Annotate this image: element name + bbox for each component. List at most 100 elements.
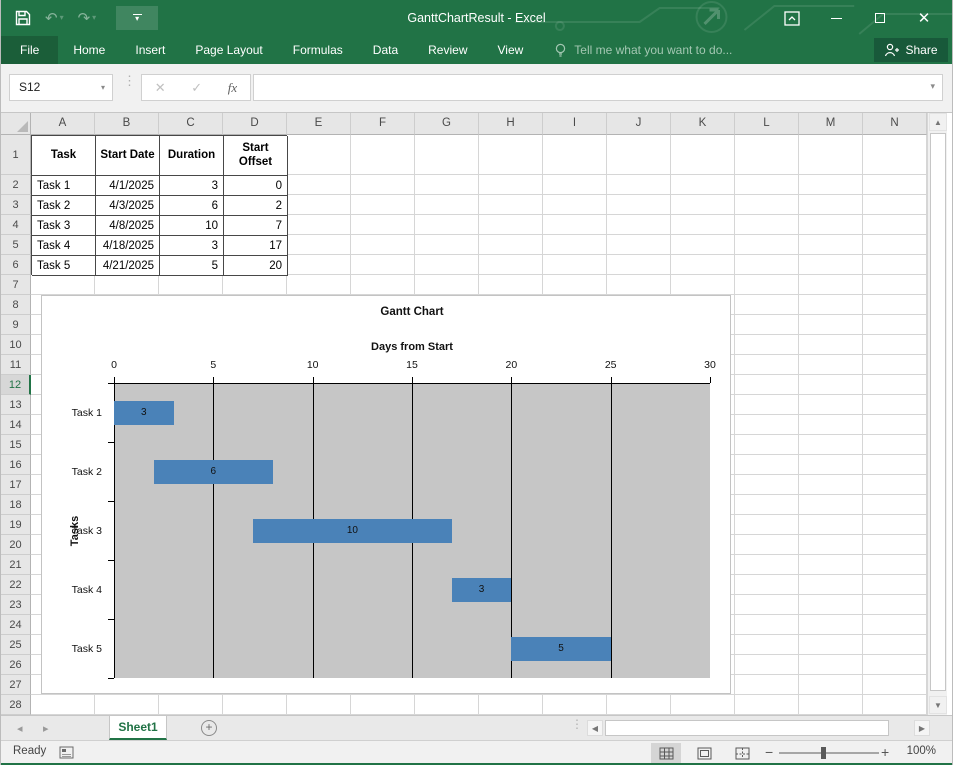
table-cell[interactable]: 0: [224, 176, 288, 196]
scroll-down-button[interactable]: ▼: [929, 696, 947, 714]
formula-input[interactable]: ▾: [253, 74, 943, 101]
column-header-J[interactable]: J: [607, 113, 671, 135]
new-sheet-button[interactable]: +: [201, 720, 217, 736]
row-header-27[interactable]: 27: [1, 675, 31, 695]
select-all-corner[interactable]: [1, 113, 31, 135]
name-box[interactable]: S12 ▾: [9, 74, 113, 101]
column-header-K[interactable]: K: [671, 113, 735, 135]
redo-button[interactable]: ↷▾: [78, 11, 97, 26]
row-header-8[interactable]: 8: [1, 295, 31, 315]
column-header-E[interactable]: E: [287, 113, 351, 135]
column-header-I[interactable]: I: [543, 113, 607, 135]
row-header-17[interactable]: 17: [1, 475, 31, 495]
chevron-down-icon[interactable]: ▾: [101, 75, 105, 100]
table-cell[interactable]: Task 5: [32, 256, 96, 276]
table-cell[interactable]: 4/1/2025: [96, 176, 160, 196]
normal-view-button[interactable]: [651, 743, 681, 763]
gantt-chart-object[interactable]: Gantt ChartDays from Start051015202530Ta…: [41, 295, 731, 694]
scroll-up-button[interactable]: ▲: [929, 113, 947, 131]
row-header-1[interactable]: 1: [1, 135, 31, 175]
ribbon-tab-view[interactable]: View: [483, 36, 539, 64]
row-header-11[interactable]: 11: [1, 355, 31, 375]
row-header-19[interactable]: 19: [1, 515, 31, 535]
column-header-C[interactable]: C: [159, 113, 223, 135]
enter-button[interactable]: ✓: [191, 80, 202, 96]
row-header-9[interactable]: 9: [1, 315, 31, 335]
row-header-10[interactable]: 10: [1, 335, 31, 355]
table-cell[interactable]: 7: [224, 216, 288, 236]
table-cell[interactable]: 4/18/2025: [96, 236, 160, 256]
page-break-view-button[interactable]: [727, 743, 757, 763]
share-button[interactable]: Share: [874, 38, 948, 62]
row-header-2[interactable]: 2: [1, 175, 31, 195]
row-header-22[interactable]: 22: [1, 575, 31, 595]
table-cell[interactable]: 3: [160, 236, 224, 256]
table-cell[interactable]: 3: [160, 176, 224, 196]
row-header-7[interactable]: 7: [1, 275, 31, 295]
column-header-F[interactable]: F: [351, 113, 415, 135]
table-cell[interactable]: 20: [224, 256, 288, 276]
cancel-button[interactable]: ✕: [155, 80, 166, 96]
ribbon-tab-page-layout[interactable]: Page Layout: [180, 36, 277, 64]
column-header-D[interactable]: D: [223, 113, 287, 135]
separator-dots-icon[interactable]: ⋮: [123, 78, 136, 84]
column-header-G[interactable]: G: [415, 113, 479, 135]
ribbon-tab-data[interactable]: Data: [358, 36, 413, 64]
row-header-21[interactable]: 21: [1, 555, 31, 575]
column-header-B[interactable]: B: [95, 113, 159, 135]
column-header-A[interactable]: A: [31, 113, 95, 135]
row-header-15[interactable]: 15: [1, 435, 31, 455]
table-cell[interactable]: 17: [224, 236, 288, 256]
ribbon-tab-review[interactable]: Review: [413, 36, 482, 64]
customize-qat-button[interactable]: ▾: [116, 6, 158, 30]
ribbon-tab-insert[interactable]: Insert: [120, 36, 180, 64]
row-header-20[interactable]: 20: [1, 535, 31, 555]
table-cell[interactable]: Task 1: [32, 176, 96, 196]
sheet-tab-sheet1[interactable]: Sheet1: [109, 716, 167, 740]
table-cell[interactable]: 10: [160, 216, 224, 236]
zoom-slider-track[interactable]: [779, 752, 879, 754]
table-header-cell[interactable]: Start Offset: [224, 136, 288, 176]
row-header-14[interactable]: 14: [1, 415, 31, 435]
ribbon-display-options-button[interactable]: [770, 0, 814, 36]
tell-me-box[interactable]: Tell me what you want to do...: [538, 36, 732, 64]
page-layout-view-button[interactable]: [689, 743, 719, 763]
row-header-25[interactable]: 25: [1, 635, 31, 655]
scroll-left-button[interactable]: ◀: [587, 720, 603, 736]
row-header-28[interactable]: 28: [1, 695, 31, 715]
undo-button[interactable]: ↶▾: [45, 11, 64, 26]
row-header-24[interactable]: 24: [1, 615, 31, 635]
minimize-button[interactable]: [814, 0, 858, 36]
row-header-26[interactable]: 26: [1, 655, 31, 675]
vertical-scroll-thumb[interactable]: [930, 133, 946, 691]
ribbon-tab-home[interactable]: Home: [58, 36, 120, 64]
table-cell[interactable]: Task 3: [32, 216, 96, 236]
table-cell[interactable]: 2: [224, 196, 288, 216]
table-cell[interactable]: 4/3/2025: [96, 196, 160, 216]
ribbon-tab-formulas[interactable]: Formulas: [278, 36, 358, 64]
table-header-cell[interactable]: Duration: [160, 136, 224, 176]
sheet-nav-prev-button[interactable]: ◂: [17, 716, 23, 740]
scrollbar-resize-dots-icon[interactable]: ⋮: [571, 722, 583, 727]
row-header-13[interactable]: 13: [1, 395, 31, 415]
row-header-12[interactable]: 12: [1, 375, 31, 395]
close-button[interactable]: ✕: [902, 0, 946, 36]
table-cell[interactable]: Task 4: [32, 236, 96, 256]
save-button[interactable]: [15, 10, 31, 26]
table-cell[interactable]: 6: [160, 196, 224, 216]
column-header-L[interactable]: L: [735, 113, 799, 135]
ribbon-tab-file[interactable]: File: [1, 36, 58, 64]
row-header-6[interactable]: 6: [1, 255, 31, 275]
macro-record-button[interactable]: [59, 746, 74, 762]
zoom-slider-handle[interactable]: [821, 747, 826, 759]
row-header-3[interactable]: 3: [1, 195, 31, 215]
column-header-M[interactable]: M: [799, 113, 863, 135]
row-header-23[interactable]: 23: [1, 595, 31, 615]
table-cell[interactable]: 4/8/2025: [96, 216, 160, 236]
vertical-scrollbar[interactable]: ▲ ▼: [927, 113, 947, 715]
sheet-nav-next-button[interactable]: ▸: [43, 716, 49, 740]
zoom-level[interactable]: 100%: [907, 745, 936, 757]
column-header-N[interactable]: N: [863, 113, 927, 135]
table-cell[interactable]: Task 2: [32, 196, 96, 216]
row-header-5[interactable]: 5: [1, 235, 31, 255]
